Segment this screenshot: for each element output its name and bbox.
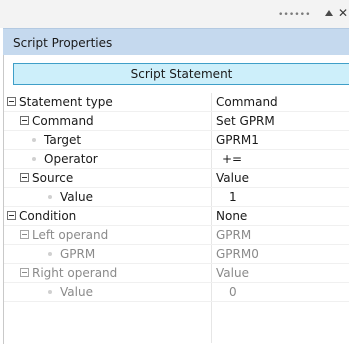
property-label: Command xyxy=(32,114,94,128)
property-name: Right operand xyxy=(20,266,117,280)
collapse-icon[interactable] xyxy=(20,173,29,182)
property-name: Value xyxy=(48,285,93,299)
property-row-source-value[interactable]: Value 1 xyxy=(4,188,349,207)
collapse-icon[interactable] xyxy=(20,116,29,125)
property-row-right-value[interactable]: Value 0 xyxy=(4,283,349,302)
property-value[interactable]: GPRM1 xyxy=(216,133,259,147)
property-row-statement-type[interactable]: Statement type Command xyxy=(4,93,349,112)
leaf-dot-icon xyxy=(48,194,52,199)
property-row-operator[interactable]: Operator += xyxy=(4,150,349,169)
property-value[interactable]: 1 xyxy=(229,190,237,204)
property-row-command[interactable]: Command Set GPRM xyxy=(4,112,349,131)
collapse-icon[interactable] xyxy=(20,230,29,239)
property-name: Value xyxy=(48,190,93,204)
window-topbar: •••••• ✕ xyxy=(0,0,349,28)
triangle-up-icon[interactable] xyxy=(325,10,333,16)
panel-header: Script Properties xyxy=(3,28,349,55)
property-label: Left operand xyxy=(32,228,109,242)
property-name: Operator xyxy=(32,152,98,166)
property-row-right-operand[interactable]: Right operand Value xyxy=(4,264,349,283)
property-value[interactable]: None xyxy=(216,209,247,223)
property-label: Statement type xyxy=(19,95,113,109)
property-row-left-gprm[interactable]: GPRM GPRM0 xyxy=(4,245,349,264)
property-label: Target xyxy=(44,133,82,147)
property-grid-panel: Script Statement Statement type Command … xyxy=(3,55,349,344)
collapse-icon[interactable] xyxy=(7,211,16,220)
property-value[interactable]: Value xyxy=(216,266,249,280)
property-value[interactable]: Command xyxy=(216,95,278,109)
property-label: Source xyxy=(32,171,74,185)
property-name: Condition xyxy=(7,209,76,223)
property-value[interactable]: GPRM xyxy=(216,228,251,242)
collapse-icon[interactable] xyxy=(7,97,16,106)
close-icon[interactable]: ✕ xyxy=(338,6,349,20)
drag-grip-icon[interactable]: •••••• xyxy=(278,10,311,20)
property-grid: Statement type Command Command Set GPRM … xyxy=(4,93,349,302)
leaf-dot-icon xyxy=(48,289,52,294)
property-row-condition[interactable]: Condition None xyxy=(4,207,349,226)
property-name: Command xyxy=(20,114,94,128)
property-value[interactable]: Set GPRM xyxy=(216,114,275,128)
property-value[interactable]: 0 xyxy=(229,285,237,299)
leaf-dot-icon xyxy=(32,156,36,161)
property-name: Statement type xyxy=(7,95,113,109)
panel-title: Script Properties xyxy=(13,36,113,50)
property-label: Value xyxy=(60,285,93,299)
leaf-dot-icon xyxy=(32,137,36,142)
property-label: Value xyxy=(60,190,93,204)
property-value[interactable]: GPRM0 xyxy=(216,247,259,261)
property-name: GPRM xyxy=(48,247,95,261)
property-name: Source xyxy=(20,171,73,185)
script-statement-button[interactable]: Script Statement xyxy=(13,63,349,85)
property-row-source[interactable]: Source Value xyxy=(4,169,349,188)
leaf-dot-icon xyxy=(48,251,52,256)
property-label: Operator xyxy=(44,152,98,166)
property-name: Target xyxy=(32,133,81,147)
property-value[interactable]: Value xyxy=(216,171,249,185)
property-label: Condition xyxy=(19,209,77,223)
property-row-target[interactable]: Target GPRM1 xyxy=(4,131,349,150)
property-value[interactable]: += xyxy=(222,152,242,166)
property-label: Right operand xyxy=(32,266,118,280)
property-name: Left operand xyxy=(20,228,108,242)
property-row-left-operand[interactable]: Left operand GPRM xyxy=(4,226,349,245)
property-label: GPRM xyxy=(60,247,96,261)
collapse-icon[interactable] xyxy=(20,268,29,277)
